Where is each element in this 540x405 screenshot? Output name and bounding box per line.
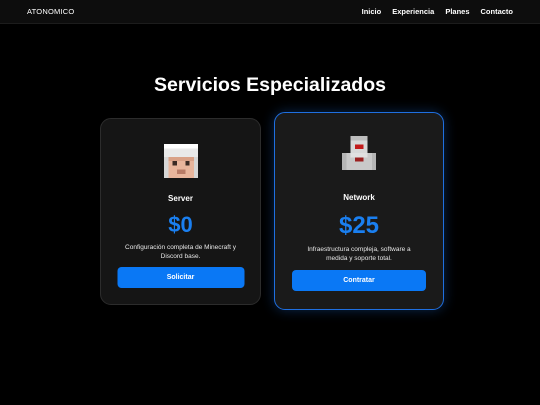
nav-link-experiencia[interactable]: Experiencia xyxy=(392,7,434,16)
plan-price: $0 xyxy=(168,212,193,237)
contratar-button[interactable]: Contratar xyxy=(292,270,426,291)
nav-link-planes[interactable]: Planes xyxy=(445,7,469,16)
plan-card-network: Network $25 Infraestructura compleja, so… xyxy=(274,112,444,310)
brand-logo[interactable]: ATONOMICO xyxy=(27,7,74,16)
plan-name: Server xyxy=(168,194,193,203)
section-title: Servicios Especializados xyxy=(154,74,386,96)
minecraft-white-hood-head-icon xyxy=(163,144,198,178)
solicitar-button[interactable]: Solicitar xyxy=(117,267,244,288)
nav-menu: Inicio Experiencia Planes Contacto xyxy=(362,7,513,16)
minecraft-red-eyed-skin-icon xyxy=(342,136,376,170)
nav-link-contacto[interactable]: Contacto xyxy=(481,7,514,16)
plan-price: $25 xyxy=(338,212,380,239)
plan-card-server: Server $0 Configuración completa de Mine… xyxy=(100,118,261,305)
top-navbar: ATONOMICO Inicio Experiencia Planes Cont… xyxy=(0,0,540,24)
plan-name: Network xyxy=(343,193,375,202)
nav-link-inicio[interactable]: Inicio xyxy=(362,7,382,16)
plan-description: Infraestructura compleja, software a med… xyxy=(307,246,411,262)
plan-description: Configuración completa de Minecraft y Di… xyxy=(125,244,236,260)
